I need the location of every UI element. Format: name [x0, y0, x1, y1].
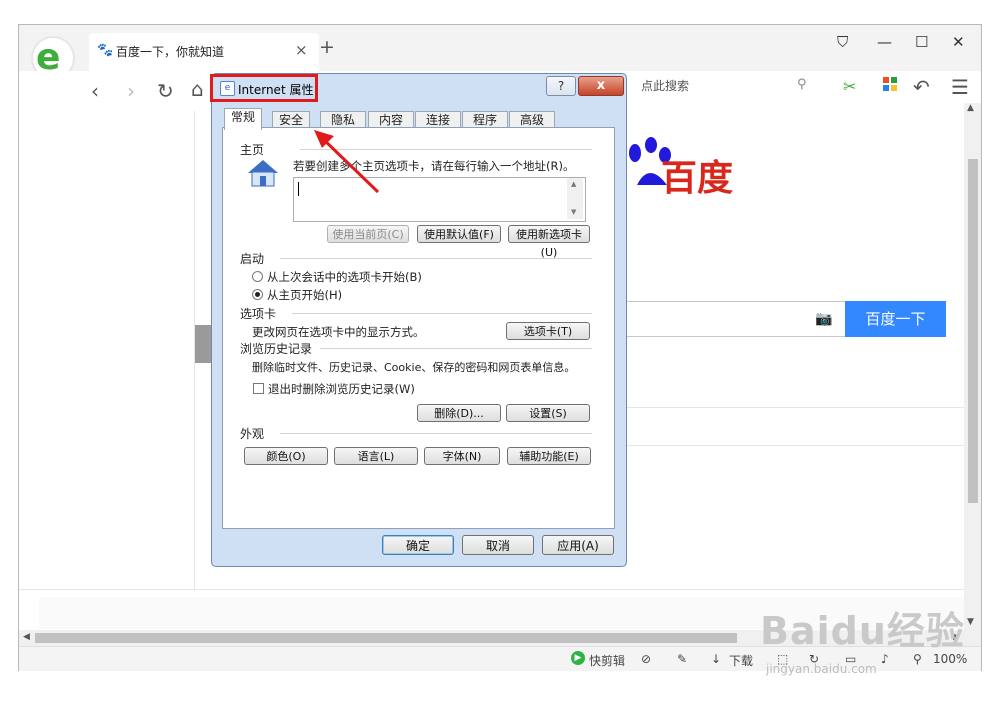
apps-icon[interactable]: [883, 77, 897, 91]
baidu-logo: 百度: [661, 158, 734, 199]
colors-button[interactable]: 颜色(O): [244, 447, 328, 465]
undo-icon[interactable]: ↶: [913, 75, 930, 99]
speed-icon[interactable]: ⊘: [641, 652, 651, 666]
section-line: [292, 313, 592, 314]
home-heading: 主页: [240, 143, 265, 157]
pin-icon[interactable]: ✎: [677, 652, 687, 666]
tab-title: 百度一下，你就知道: [116, 45, 225, 59]
help-button[interactable]: ?: [546, 76, 576, 96]
ok-button[interactable]: 确定: [382, 535, 454, 555]
baidu-search-button[interactable]: 百度一下: [845, 301, 946, 337]
baidu-search-input[interactable]: [615, 301, 846, 337]
download-icon[interactable]: ↓: [711, 652, 721, 666]
startup-heading: 启动: [240, 252, 265, 266]
text-cursor: [298, 182, 299, 196]
internet-properties-dialog: e Internet 属性 ? x 常规 安全 隐私 内容 连接 程序 高级 主…: [211, 73, 627, 567]
section-line: [320, 348, 592, 349]
horizontal-scroll-thumb[interactable]: [35, 633, 737, 643]
new-tab-button[interactable]: +: [319, 36, 335, 58]
appearance-heading: 外观: [240, 427, 265, 441]
section-line: [280, 258, 592, 259]
tab-general[interactable]: 常规: [224, 108, 262, 130]
dialog-close-button[interactable]: x: [578, 76, 624, 96]
divider: [615, 407, 964, 408]
startup-last-session-label[interactable]: 从上次会话中的选项卡开始(B): [267, 269, 422, 285]
tab-close-icon[interactable]: ×: [295, 41, 308, 59]
tab-baidu[interactable]: 🐾 百度一下，你就知道 ×: [89, 33, 319, 71]
fonts-button[interactable]: 字体(N): [424, 447, 500, 465]
scroll-down-icon[interactable]: ▼: [571, 208, 576, 216]
camera-icon[interactable]: 📷: [815, 311, 832, 327]
section-line: [280, 433, 592, 434]
history-description: 删除临时文件、历史记录、Cookie、保存的密码和网页表单信息。: [252, 361, 576, 374]
divider: [615, 445, 964, 446]
accessibility-button[interactable]: 辅助功能(E): [507, 447, 591, 465]
tabs-settings-button[interactable]: 选项卡(T): [506, 322, 590, 340]
search-icon[interactable]: ⚲: [797, 77, 807, 92]
highlight-box: [210, 74, 318, 102]
house-icon: [246, 158, 280, 191]
home-icon[interactable]: ⌂: [191, 77, 204, 101]
delete-history-on-exit-label[interactable]: 退出时删除浏览历史记录(W): [268, 381, 415, 397]
red-arrow-icon: [314, 130, 380, 194]
startup-last-session-radio[interactable]: [252, 271, 263, 282]
use-new-tab-button[interactable]: 使用新选项卡(U): [508, 225, 590, 259]
maximize-button[interactable]: ☐: [915, 33, 928, 51]
startup-home-radio[interactable]: [252, 289, 263, 300]
tabs-description: 更改网页在选项卡中的显示方式。: [252, 325, 425, 339]
apply-button[interactable]: 应用(A): [542, 535, 614, 555]
back-icon[interactable]: ‹: [91, 79, 99, 103]
baidu-paw-icon: 🐾: [97, 43, 114, 58]
delete-history-button[interactable]: 删除(D)...: [417, 404, 501, 422]
scissors-icon[interactable]: ✂: [843, 77, 856, 96]
forward-icon[interactable]: ›: [127, 79, 135, 103]
vertical-scroll-thumb[interactable]: [968, 159, 978, 503]
delete-history-on-exit-checkbox[interactable]: [253, 383, 264, 394]
scroll-down-icon[interactable]: ▼: [967, 617, 974, 627]
watermark-url: jingyan.baidu.com: [766, 662, 877, 676]
close-window-button[interactable]: ✕: [952, 33, 965, 51]
startup-home-label[interactable]: 从主页开始(H): [267, 287, 342, 303]
refresh-icon[interactable]: ↻: [157, 79, 174, 103]
use-current-button[interactable]: 使用当前页(C): [327, 225, 409, 243]
cancel-button[interactable]: 取消: [462, 535, 534, 555]
scroll-left-icon[interactable]: ◀: [23, 632, 30, 642]
search-input[interactable]: 点此搜索: [641, 77, 689, 94]
scroll-up-icon[interactable]: ▲: [967, 103, 974, 113]
menu-icon[interactable]: ☰: [951, 75, 969, 99]
play-icon: ▶: [571, 651, 585, 665]
scroll-up-icon[interactable]: ▲: [571, 180, 576, 188]
watermark-logo: Baidu经验: [760, 609, 965, 653]
history-heading: 浏览历史记录: [240, 342, 313, 356]
minimize-button[interactable]: —: [877, 33, 892, 51]
divider: [19, 589, 964, 590]
use-default-button[interactable]: 使用默认值(F): [417, 225, 501, 243]
languages-button[interactable]: 语言(L): [334, 447, 418, 465]
history-settings-button[interactable]: 设置(S): [506, 404, 590, 422]
download-link[interactable]: 下载: [729, 652, 753, 669]
quick-cut-link[interactable]: 快剪辑: [589, 652, 625, 669]
tabs-heading: 选项卡: [240, 307, 277, 321]
skin-icon[interactable]: ⛉: [837, 33, 848, 51]
